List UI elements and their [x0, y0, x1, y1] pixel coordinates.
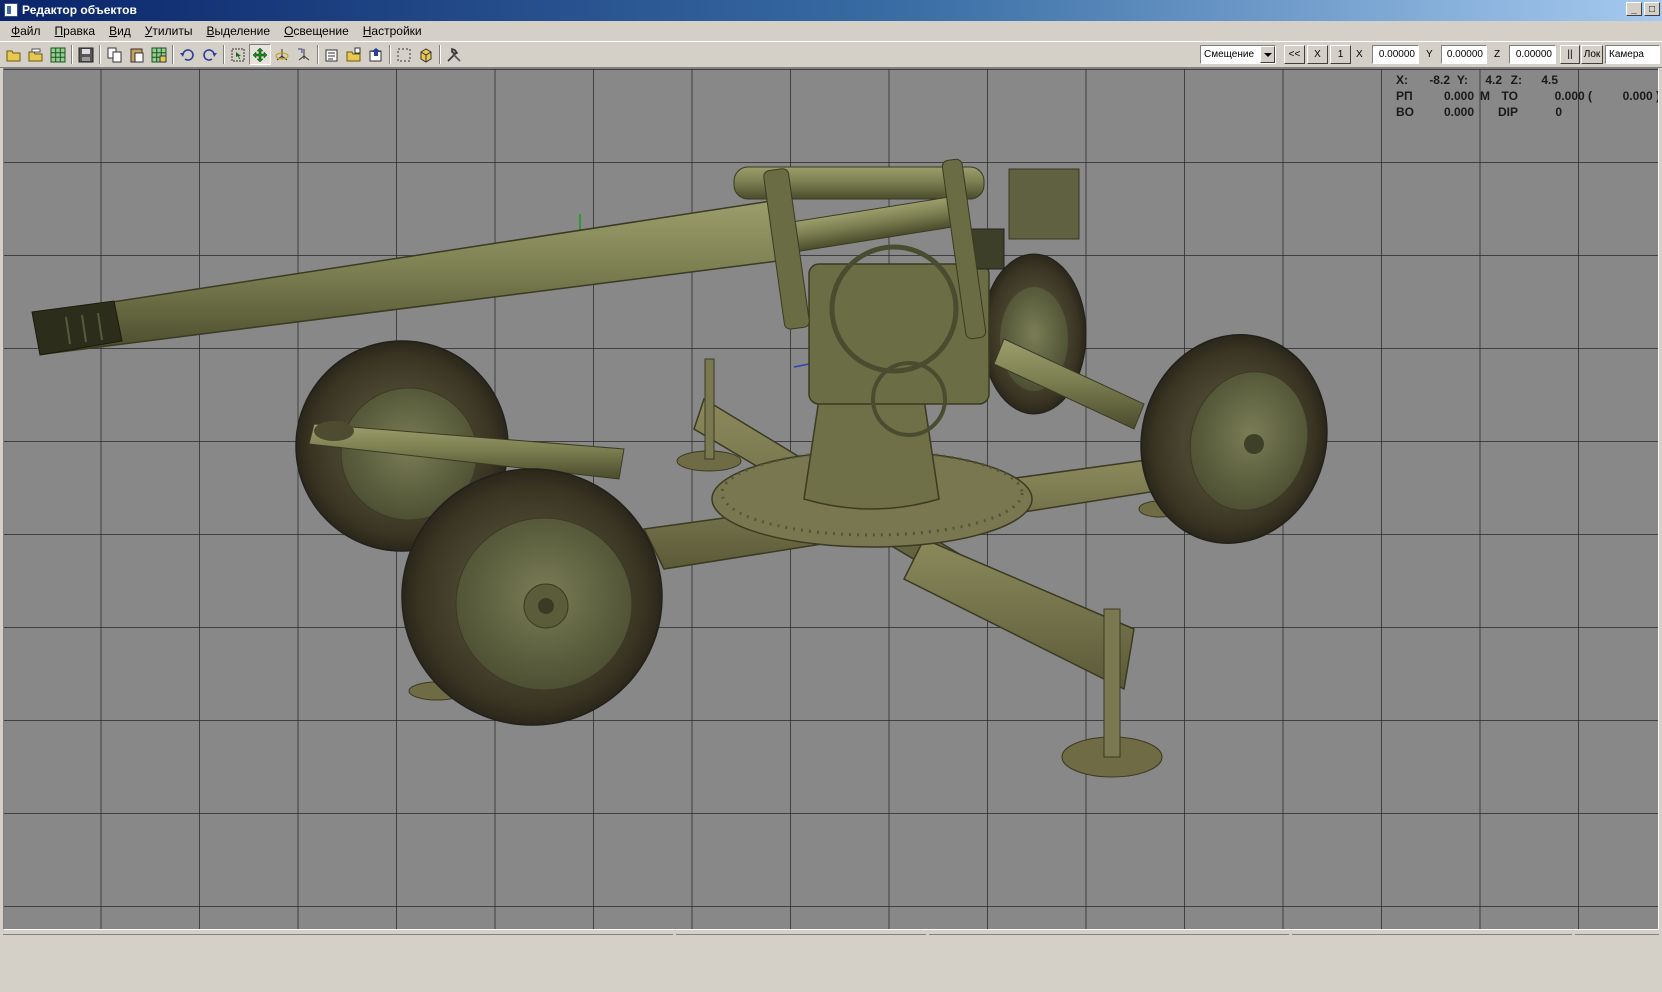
redo-icon[interactable] — [199, 44, 221, 65]
axis-x-button[interactable]: X — [1307, 45, 1328, 64]
x-field[interactable]: 0.00000 — [1372, 45, 1419, 64]
menu-view[interactable]: Вид — [102, 24, 138, 38]
tools-icon[interactable] — [443, 44, 465, 65]
mode-select[interactable]: Смещение — [1200, 45, 1276, 64]
view-select[interactable]: Камера — [1605, 45, 1660, 64]
open-folder-icon[interactable] — [3, 44, 25, 65]
menu-utilities[interactable]: Утилиты — [138, 24, 200, 38]
open-recent-icon[interactable] — [25, 44, 47, 65]
paste-icon[interactable] — [126, 44, 148, 65]
minimize-button[interactable]: _ — [1626, 2, 1642, 16]
menu-edit[interactable]: Правка — [48, 24, 103, 38]
toolbar-separator — [223, 45, 225, 64]
y-field[interactable]: 0.00000 — [1441, 45, 1487, 64]
outrigger-front — [902, 538, 1135, 691]
object-properties-icon[interactable] — [321, 44, 343, 65]
toolbar: Смещение << X 1 X 0.00000 Y 0.00000 Z 0.… — [0, 41, 1662, 68]
status-bar — [0, 930, 1662, 992]
status-segment — [1292, 934, 1572, 939]
copy-icon[interactable] — [104, 44, 126, 65]
undo-icon[interactable] — [176, 44, 198, 65]
status-segment — [676, 934, 926, 939]
title-bar: Редактор объектов _ □ — [0, 0, 1662, 21]
menu-lighting[interactable]: Освещение — [277, 24, 356, 38]
save-icon[interactable] — [75, 44, 97, 65]
cube-icon[interactable] — [415, 44, 437, 65]
toolbar-separator — [99, 45, 101, 64]
support-post — [704, 358, 715, 460]
object-export-icon[interactable] — [365, 44, 387, 65]
breech-block — [1008, 168, 1080, 240]
pause-button[interactable]: || — [1560, 45, 1580, 64]
muzzle-brake — [31, 300, 123, 356]
toolbar-separator — [439, 45, 441, 64]
gun-barrel — [33, 198, 795, 355]
chevron-down-icon[interactable] — [1260, 46, 1275, 63]
mode-select-value: Смещение — [1204, 49, 1255, 60]
status-segment — [1575, 934, 1659, 939]
y-label: Y — [1426, 49, 1433, 60]
axis-1-button[interactable]: 1 — [1330, 45, 1351, 64]
toolbar-separator — [317, 45, 319, 64]
scale-icon[interactable] — [293, 44, 315, 65]
pedestal — [803, 398, 940, 510]
window-title: Редактор объектов — [22, 3, 137, 17]
menu-file[interactable]: Файл — [4, 24, 48, 38]
toolbar-separator — [389, 45, 391, 64]
toolbar-separator — [71, 45, 73, 64]
object-folder-icon[interactable] — [343, 44, 365, 65]
move-icon[interactable] — [249, 44, 271, 65]
bounding-box-icon[interactable] — [393, 44, 415, 65]
prev-button[interactable]: << — [1284, 45, 1305, 64]
z-label: Z — [1494, 49, 1501, 60]
viewport-3d[interactable]: X: -8.2 Y: 4.2 Z: 4.5 РП 0.000 M TO 0.00… — [3, 68, 1659, 930]
toolbar-separator — [172, 45, 174, 64]
paste-grid-icon[interactable] — [148, 44, 170, 65]
gun-model[interactable] — [4, 69, 1658, 929]
maximize-button[interactable]: □ — [1644, 2, 1660, 16]
z-field[interactable]: 0.00000 — [1509, 45, 1556, 64]
grid-icon[interactable] — [47, 44, 69, 65]
local-button[interactable]: Лок — [1581, 45, 1603, 64]
menu-selection[interactable]: Выделение — [199, 24, 277, 38]
menu-bar: Файл Правка Вид Утилиты Выделение Освеще… — [0, 21, 1662, 41]
select-icon[interactable] — [227, 44, 249, 65]
status-segment — [929, 934, 1289, 939]
support-post — [1103, 608, 1121, 758]
rotate-icon[interactable] — [271, 44, 293, 65]
app-icon — [4, 3, 18, 17]
status-segment — [3, 934, 673, 939]
menu-settings[interactable]: Настройки — [356, 24, 429, 38]
x-label: X — [1356, 49, 1363, 60]
